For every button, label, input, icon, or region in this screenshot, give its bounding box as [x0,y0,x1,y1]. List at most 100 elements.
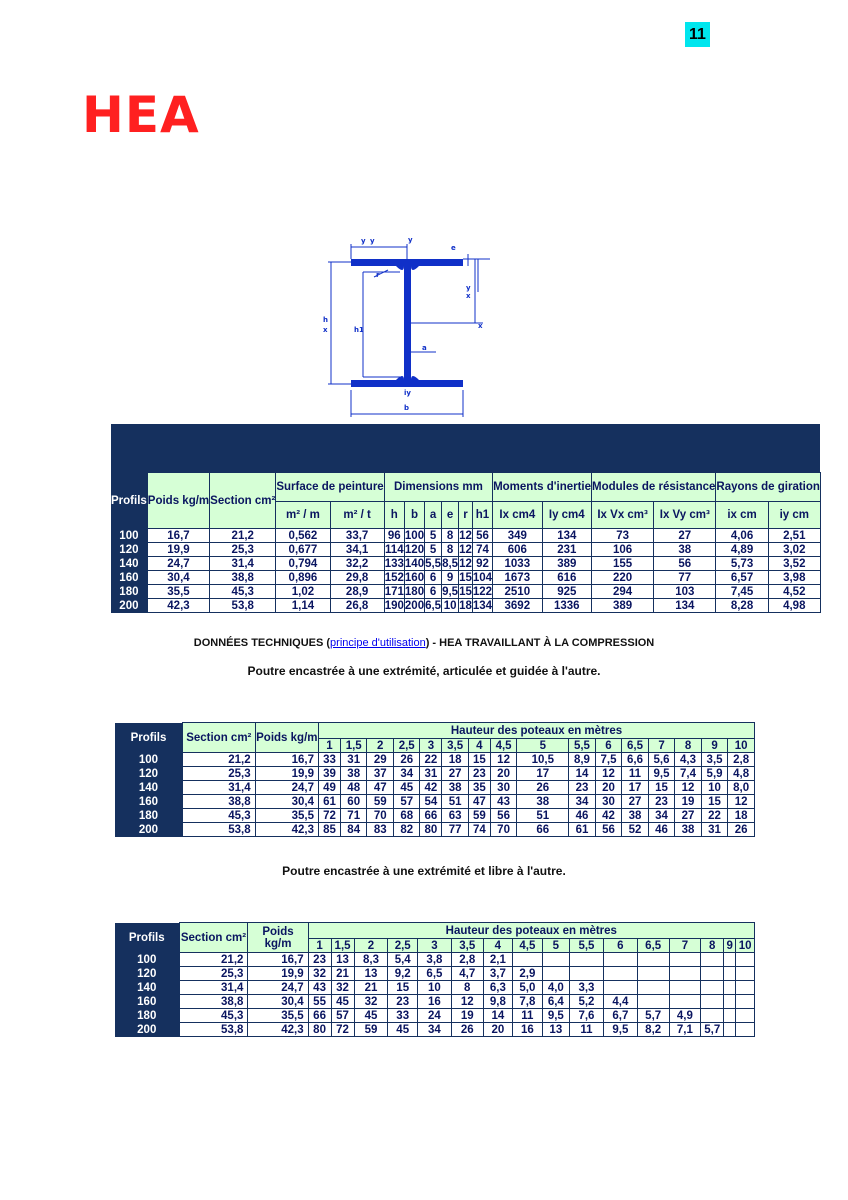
value-cell: 24,7 [254,780,320,795]
height-header: 9 [723,938,737,953]
value-cell: 59 [366,794,394,809]
value-cell: 48 [339,780,368,795]
value-cell: 10 [700,780,729,795]
value-cell: 82 [392,822,421,837]
value-cell: 104 [471,570,494,585]
value-cell: 6 [424,570,443,585]
value-cell: 2,9 [512,966,543,981]
value-cell: 35,5 [247,1008,309,1023]
value-cell: 23 [568,780,596,795]
height-header: 4 [482,938,514,953]
value-cell: 0,896 [275,570,331,585]
table-articulated-guided: Profils Section cm² Poids kg/m Hauteur des … [115,722,755,837]
value-cell [636,994,670,1009]
value-cell: 38,8 [178,994,249,1009]
label-b: b [404,404,409,412]
value-cell: 7,5 [594,752,623,767]
value-cell: 38 [621,808,649,823]
subtitle-articulated: Poutre encastrée à une extrémité, articu… [247,664,601,678]
value-cell: 26,8 [329,598,385,613]
value-cell [569,952,604,967]
value-cell [602,980,638,995]
value-cell: 21,2 [181,752,256,767]
value-cell: 21 [330,966,355,981]
value-cell: 84 [339,822,368,837]
value-cell: 4,3 [674,752,702,767]
height-header: 8 [674,738,702,753]
height-header: 7 [668,938,702,953]
value-cell: 77 [441,822,469,837]
col-poids: Poids kg/m [254,722,320,753]
table-row: 100 21,2 16,7 23 13 8,3 5,4 3,8 2,8 2,1 [115,952,755,967]
value-cell: 53,8 [209,598,277,613]
value-cell: 45 [330,994,355,1009]
value-cell: 70 [489,822,518,837]
height-header: 3 [416,938,452,953]
col-profils: Profils [115,922,179,953]
value-cell: 34 [647,808,676,823]
table-row: 160 38,8 30,4 61 60 59 57 54 51 47 43 38 34 30 27 23 19 1… [115,794,755,809]
value-cell: 46 [568,808,596,823]
tech-line: DONNÉES TECHNIQUES (principe d'utilisati… [193,637,655,649]
value-cell: 38,8 [181,794,256,809]
principe-link[interactable]: principe d'utilisation [330,637,426,649]
value-cell [700,966,725,981]
profile-cell: 160 [111,570,148,585]
value-cell: 26 [516,780,570,795]
value-cell [668,980,702,995]
value-cell: 66 [307,1008,332,1023]
height-header: 2 [366,738,394,753]
profile-cell: 120 [111,542,148,557]
height-header: 6 [594,738,623,753]
value-cell: 160 [403,570,426,585]
value-cell: 4,52 [767,584,821,599]
table-row: 120 25,3 19,9 39 38 37 34 31 27 23 20 17 14 12 11 9,5 7,… [115,766,755,781]
col-poids: Poids kg/m [247,922,309,953]
value-cell: 59 [467,808,491,823]
value-cell: 39 [318,766,341,781]
value-cell: 56 [653,556,717,571]
svg-text:y: y [466,284,471,292]
value-cell: 4,9 [668,1008,702,1023]
value-cell: 4,7 [450,966,484,981]
value-cell: 0,562 [275,528,331,543]
value-cell: 33 [387,1008,418,1023]
value-cell: 30,4 [247,994,309,1009]
height-header: 4 [467,738,491,753]
value-cell: 27 [621,794,649,809]
value-cell: 30 [594,794,623,809]
profile-cell: 140 [111,556,148,571]
value-cell: 73 [591,528,655,543]
value-cell: 2,1 [482,952,514,967]
profile-cell: 140 [115,980,179,995]
value-cell: 77 [653,570,717,585]
value-cell: 38 [339,766,368,781]
value-cell: 33,7 [329,528,385,543]
value-cell: 13 [353,966,389,981]
label-iy: iy [404,389,411,397]
value-cell: 2,51 [767,528,821,543]
value-cell: 31 [700,822,729,837]
value-cell: 120 [403,542,426,557]
height-header: 1,5 [339,738,368,753]
value-cell: 9,2 [387,966,418,981]
value-cell: 14 [482,1008,514,1023]
height-header: 3,5 [441,738,469,753]
value-cell: 925 [541,584,593,599]
value-cell [735,994,755,1009]
height-header: 1 [307,938,332,953]
value-cell: 140 [403,556,426,571]
value-cell: 57 [392,794,421,809]
value-cell: 17 [516,766,570,781]
value-cell: 5,7 [700,1022,725,1037]
label-y-top: y [408,236,413,244]
value-cell: 42,3 [254,822,320,837]
height-header: 9 [700,738,729,753]
height-header: 6,5 [636,938,670,953]
height-header: 5 [541,938,571,953]
value-cell: 25,3 [181,766,256,781]
value-cell: 5,2 [569,994,604,1009]
value-cell: 3,02 [767,542,821,557]
value-cell: 59 [353,1022,389,1037]
height-header: 8 [700,938,725,953]
